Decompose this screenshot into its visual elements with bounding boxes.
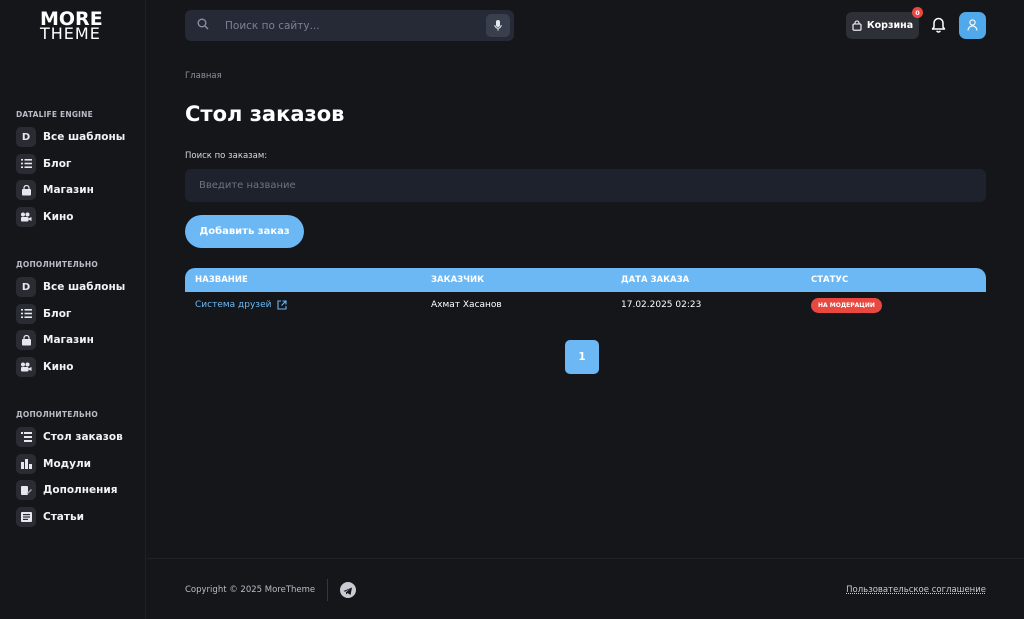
sidebar-item-label: Блог bbox=[43, 307, 72, 320]
sidebar-item-shop[interactable]: Магазин bbox=[16, 177, 141, 204]
sidebar-item-all-templates[interactable]: D Все шаблоны bbox=[16, 274, 141, 301]
letter-d-icon: D bbox=[16, 277, 36, 298]
sidebar-item-label: Модули bbox=[43, 457, 92, 470]
cart-button[interactable]: Корзина 0 bbox=[846, 7, 923, 39]
copyright-text: Copyright © 2025 MoreTheme bbox=[185, 585, 316, 595]
sidebar: MORE THEME DATALIFE ENGINE D Все шаблоны… bbox=[0, 0, 146, 619]
telegram-icon bbox=[343, 581, 353, 600]
shop-bag-icon bbox=[16, 330, 36, 351]
camera-icon bbox=[16, 206, 36, 227]
nav-section-dle: DATALIFE ENGINE D Все шаблоны Блог Магаз… bbox=[16, 110, 141, 230]
nav-section-title: ДОПОЛНИТЕЛЬНО bbox=[16, 260, 98, 269]
sidebar-item-label: Все шаблоны bbox=[43, 281, 126, 294]
column-header-customer[interactable]: ЗАКАЗЧИК bbox=[431, 275, 484, 285]
order-customer: Ахмат Хасанов bbox=[431, 300, 502, 310]
voice-search-button[interactable] bbox=[486, 14, 510, 37]
sidebar-item-cinema[interactable]: Кино bbox=[16, 204, 141, 231]
status-badge: НА МОДЕРАЦИИ bbox=[811, 298, 882, 313]
breadcrumb[interactable]: Главная bbox=[185, 71, 222, 81]
shop-bag-icon bbox=[16, 180, 36, 201]
footer: Copyright © 2025 MoreTheme Пользовательс… bbox=[147, 558, 1024, 619]
sidebar-item-label: Стол заказов bbox=[43, 431, 123, 444]
sidebar-item-cinema[interactable]: Кино bbox=[16, 354, 141, 381]
sidebar-item-shop[interactable]: Магазин bbox=[16, 327, 141, 354]
sidebar-item-label: Статьи bbox=[43, 510, 84, 523]
user-agreement-link[interactable]: Пользовательское соглашение bbox=[846, 585, 986, 595]
search-icon bbox=[197, 18, 211, 33]
sidebar-item-label: Дополнения bbox=[43, 484, 118, 497]
column-header-status[interactable]: СТАТУС bbox=[811, 275, 848, 285]
list-icon bbox=[16, 153, 36, 174]
modules-icon bbox=[16, 453, 36, 474]
list-icon bbox=[16, 303, 36, 324]
sidebar-item-blog[interactable]: Блог bbox=[16, 151, 141, 178]
user-icon bbox=[967, 16, 978, 35]
sidebar-item-label: Все шаблоны bbox=[43, 131, 126, 144]
orders-table-header: НАЗВАНИЕ ЗАКАЗЧИК ДАТА ЗАКАЗА СТАТУС bbox=[185, 268, 986, 292]
cart-label: Корзина bbox=[866, 20, 914, 31]
order-search-label: Поиск по заказам: bbox=[185, 151, 268, 161]
letter-d-icon: D bbox=[16, 127, 36, 148]
order-name: Система друзей bbox=[195, 300, 272, 310]
shopping-bag-icon bbox=[852, 20, 862, 31]
nav-section-title: DATALIFE ENGINE bbox=[16, 110, 93, 119]
camera-icon bbox=[16, 356, 36, 377]
user-profile-button[interactable] bbox=[959, 12, 986, 39]
bell-icon bbox=[931, 17, 946, 37]
telegram-link[interactable] bbox=[340, 582, 356, 598]
sidebar-item-orders[interactable]: Стол заказов bbox=[16, 424, 141, 451]
order-name-link[interactable]: Система друзей bbox=[195, 300, 288, 310]
cart-count-badge: 0 bbox=[912, 7, 923, 18]
nav-section-title: ДОПОЛНИТЕЛЬНО bbox=[16, 410, 98, 419]
sidebar-item-blog[interactable]: Блог bbox=[16, 301, 141, 328]
order-search-input[interactable] bbox=[185, 169, 986, 202]
nav-section-extra-1: ДОПОЛНИТЕЛЬНО D Все шаблоны Блог Магазин… bbox=[16, 260, 141, 380]
sidebar-item-label: Магазин bbox=[43, 184, 94, 197]
nav-section-extra-2: ДОПОЛНИТЕЛЬНО Стол заказов Модули Дополн… bbox=[16, 410, 141, 530]
pagination-page-1[interactable]: 1 bbox=[565, 340, 599, 374]
site-search-input[interactable] bbox=[225, 19, 465, 32]
logo-line2: THEME bbox=[40, 24, 101, 43]
column-header-date[interactable]: ДАТА ЗАКАЗА bbox=[621, 275, 689, 285]
sidebar-item-addons[interactable]: Дополнения bbox=[16, 477, 141, 504]
sidebar-item-label: Кино bbox=[43, 210, 74, 223]
page-title: Стол заказов bbox=[185, 102, 345, 126]
logo[interactable]: MORE THEME bbox=[40, 10, 110, 43]
sidebar-item-modules[interactable]: Модули bbox=[16, 451, 141, 478]
sidebar-item-label: Магазин bbox=[43, 334, 94, 347]
external-link-icon bbox=[277, 300, 288, 310]
microphone-icon bbox=[494, 16, 502, 35]
sidebar-item-articles[interactable]: Статьи bbox=[16, 504, 141, 531]
column-header-name[interactable]: НАЗВАНИЕ bbox=[195, 275, 248, 285]
sidebar-item-label: Блог bbox=[43, 157, 72, 170]
orders-icon bbox=[16, 427, 36, 448]
order-date: 17.02.2025 02:23 bbox=[621, 300, 702, 310]
site-search bbox=[185, 10, 514, 41]
footer-divider bbox=[327, 579, 328, 601]
sidebar-item-all-templates[interactable]: D Все шаблоны bbox=[16, 124, 141, 151]
addons-icon bbox=[16, 480, 36, 501]
sidebar-item-label: Кино bbox=[43, 360, 74, 373]
notifications-button[interactable] bbox=[931, 17, 946, 33]
table-row: Система друзей Ахмат Хасанов 17.02.2025 … bbox=[185, 292, 986, 320]
add-order-button[interactable]: Добавить заказ bbox=[185, 215, 304, 248]
articles-icon bbox=[16, 506, 36, 527]
